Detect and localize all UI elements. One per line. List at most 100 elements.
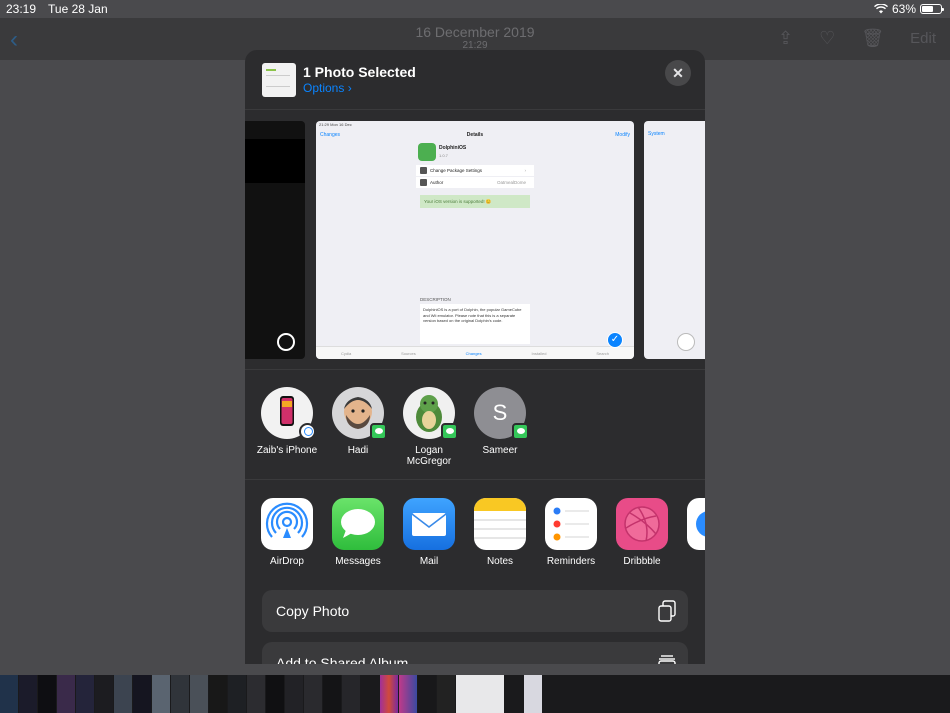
- person-name: Sameer: [482, 445, 518, 456]
- share-apps-row: AirDrop Messages Mail Notes Reminders Dr…: [245, 480, 705, 580]
- person-sameer[interactable]: S Sameer: [465, 387, 535, 456]
- preview-row-settings: Change Package Settings ›: [416, 165, 534, 176]
- filmstrip-thumb[interactable]: [190, 675, 208, 713]
- trash-icon[interactable]: 🗑: [861, 28, 884, 49]
- filmstrip-thumb[interactable]: [247, 675, 265, 713]
- app-icon: [687, 498, 705, 550]
- photo-preview-previous[interactable]: [245, 121, 305, 359]
- photo-filmstrip[interactable]: [0, 675, 950, 713]
- person-zaibs-iphone[interactable]: Zaib's iPhone: [252, 387, 322, 456]
- airdrop-people-row: Zaib's iPhone Hadi Logan McGregor S Same…: [245, 370, 705, 480]
- status-date: Tue 28 Jan: [48, 2, 108, 16]
- heart-icon[interactable]: ♡: [819, 28, 835, 49]
- airdrop-icon: [261, 498, 313, 550]
- dribbble-icon: [616, 498, 668, 550]
- person-name: Hadi: [347, 445, 369, 456]
- messages-badge-icon: [441, 423, 458, 440]
- app-dribbble[interactable]: Dribbble: [607, 498, 677, 567]
- filmstrip-thumb[interactable]: [209, 675, 227, 713]
- messages-icon: [332, 498, 384, 550]
- messages-badge-icon: [370, 423, 387, 440]
- filmstrip-thumb[interactable]: [171, 675, 189, 713]
- filmstrip-thumb[interactable]: [152, 675, 170, 713]
- preview-desc-text: DolphiniOS is a port of Dolphin, the pop…: [420, 304, 530, 344]
- app-notes[interactable]: Notes: [465, 498, 535, 567]
- shared-album-icon: [658, 655, 676, 664]
- person-name: Logan McGregor: [406, 445, 452, 467]
- edit-button[interactable]: Edit: [910, 30, 936, 47]
- status-bar: 23:19 Tue 28 Jan 63%: [0, 0, 950, 18]
- share-title: 1 Photo Selected: [303, 64, 416, 80]
- filmstrip-thumb[interactable]: [285, 675, 303, 713]
- app-label: Messages: [335, 556, 381, 567]
- add-to-shared-album-action[interactable]: Add to Shared Album: [262, 642, 688, 664]
- app-messages[interactable]: Messages: [323, 498, 393, 567]
- preview-row-label: Change Package Settings: [430, 168, 483, 173]
- filmstrip-thumb[interactable]: [399, 675, 417, 713]
- filmstrip-thumb[interactable]: [361, 675, 379, 713]
- wifi-icon: [873, 4, 888, 14]
- filmstrip-thumb[interactable]: [228, 675, 246, 713]
- filmstrip-thumb[interactable]: [437, 675, 455, 713]
- filmstrip-thumb[interactable]: [304, 675, 322, 713]
- filmstrip-thumb[interactable]: [114, 675, 132, 713]
- filmstrip-thumb-selected[interactable]: [456, 675, 504, 713]
- filmstrip-thumb[interactable]: [380, 675, 398, 713]
- selected-photo-thumbnail: [262, 63, 296, 97]
- chevron-right-icon: ›: [347, 81, 352, 95]
- filmstrip-thumb[interactable]: [133, 675, 151, 713]
- person-hadi[interactable]: Hadi: [323, 387, 393, 456]
- preview-tab: Search: [596, 350, 610, 356]
- close-button[interactable]: ✕: [665, 60, 691, 86]
- checkmark-icon[interactable]: ✓: [607, 332, 623, 348]
- photo-preview-selected[interactable]: 21:29 Mon 16 Dec Changes Details Modify …: [316, 121, 634, 359]
- selection-circle-icon[interactable]: [277, 333, 295, 351]
- filmstrip-thumb[interactable]: [38, 675, 56, 713]
- filmstrip-thumb[interactable]: [342, 675, 360, 713]
- messages-badge-icon: [512, 423, 529, 440]
- preview-app-name: DolphiniOS: [439, 145, 467, 151]
- app-mail[interactable]: Mail: [394, 498, 464, 567]
- person-name: Zaib's iPhone: [256, 445, 318, 456]
- battery-percent: 63%: [891, 2, 916, 16]
- filmstrip-thumb[interactable]: [505, 675, 523, 713]
- options-label: Options: [303, 81, 345, 95]
- person-logan-mcgregor[interactable]: Logan McGregor: [394, 387, 464, 467]
- filmstrip-thumb[interactable]: [0, 675, 18, 713]
- filmstrip-thumb[interactable]: [524, 675, 542, 713]
- app-reminders[interactable]: Reminders: [536, 498, 606, 567]
- options-link[interactable]: Options ›: [303, 81, 352, 95]
- filmstrip-thumb[interactable]: [323, 675, 341, 713]
- app-label: Notes: [486, 556, 514, 567]
- preview-tab: Sources: [401, 350, 416, 356]
- selection-circle-icon[interactable]: [677, 333, 695, 351]
- mail-icon: [403, 498, 455, 550]
- filmstrip-thumb[interactable]: [95, 675, 113, 713]
- preview-notice: Your iOS version is supported! 😊: [420, 195, 530, 208]
- share-icon[interactable]: ⇪: [778, 28, 793, 49]
- app-airdrop[interactable]: AirDrop: [252, 498, 322, 567]
- app-partial[interactable]: S: [678, 498, 705, 567]
- photo-preview-carousel[interactable]: 21:29 Mon 16 Dec Changes Details Modify …: [245, 110, 705, 370]
- filmstrip-thumb[interactable]: [19, 675, 37, 713]
- share-sheet: 1 Photo Selected Options › ✕ 21:29 Mon 1…: [245, 50, 705, 664]
- status-time: 23:19: [6, 2, 37, 16]
- preview-tab: Cydia: [340, 350, 352, 356]
- avatar: [403, 387, 458, 440]
- preview-status-time: 21:29 Mon 16 Dec: [319, 122, 352, 127]
- app-label: Dribbble: [623, 556, 661, 567]
- notes-icon: [474, 498, 526, 550]
- preview-row-value: OatmealDome: [496, 180, 526, 185]
- avatar: [332, 387, 387, 440]
- copy-photo-action[interactable]: Copy Photo: [262, 590, 688, 632]
- preview-row-author: Author OatmealDome: [416, 177, 534, 188]
- close-icon: ✕: [672, 65, 684, 81]
- filmstrip-thumb[interactable]: [266, 675, 284, 713]
- action-label: Add to Shared Album: [276, 655, 409, 664]
- filmstrip-thumb[interactable]: [57, 675, 75, 713]
- avatar: [261, 387, 316, 440]
- filmstrip-thumb[interactable]: [418, 675, 436, 713]
- filmstrip-thumb[interactable]: [76, 675, 94, 713]
- preview-desc-heading: DESCRIPTION: [420, 297, 451, 302]
- photo-preview-next[interactable]: System: [644, 121, 705, 359]
